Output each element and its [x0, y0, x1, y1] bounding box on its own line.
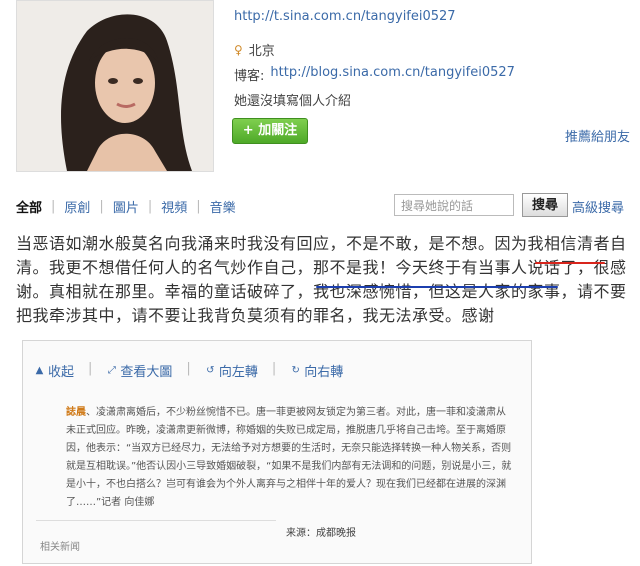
blog-row: 博客: http://blog.sina.com.cn/tangyifei052… [234, 65, 515, 84]
collapse-icon: ▲ [35, 365, 44, 376]
news-body: 、凌潇肃离婚后，不少粉丝惋惜不已。唐一菲更被网友锁定为第三者。对此，唐一菲和凌潇… [66, 407, 512, 508]
person-icon: ♀ [234, 42, 243, 57]
rotate-right-label: 向右轉 [304, 365, 344, 380]
blog-label: 博客: [234, 69, 265, 84]
follow-button[interactable]: + 加關注 [232, 118, 308, 144]
rotate-left-button[interactable]: ↺ 向左轉 [205, 361, 258, 380]
related-news-label: 相关新闻 [40, 542, 80, 553]
avatar[interactable] [16, 0, 214, 172]
tool-separator: | [88, 361, 93, 376]
intro-text: 她還沒填寫個人介紹 [234, 94, 352, 109]
rotate-right-icon: ↻ [291, 365, 300, 376]
zoom-icon: ⤢ [107, 365, 116, 376]
weibo-url-link[interactable]: http://t.sina.com.cn/tangyifei0527 [234, 9, 456, 24]
news-clipping: 誌晨、凌潇肃离婚后，不少粉丝惋惜不已。唐一菲更被网友锁定为第三者。对此，唐一菲和… [66, 404, 514, 512]
tab-images[interactable]: 圖片 [104, 197, 148, 216]
tab-music[interactable]: 音樂 [201, 197, 245, 216]
post-text: 当恶语如潮水般莫名向我涌来时我没有回应，不是不敢，是不想。因为我相信清者自清。我… [16, 234, 627, 325]
collapse-button[interactable]: ▲ 收起 [34, 361, 74, 380]
advanced-search-link[interactable]: 高級搜尋 [572, 197, 624, 216]
rotate-left-icon: ↺ [206, 365, 215, 376]
tab-all[interactable]: 全部 [16, 197, 51, 216]
plus-icon: + [242, 123, 254, 138]
blue-underline-annotation [316, 286, 558, 288]
avatar-photo [17, 1, 213, 171]
view-large-label: 查看大圖 [120, 365, 173, 380]
view-large-button[interactable]: ⤢ 查看大圖 [106, 361, 173, 380]
tab-videos[interactable]: 視頻 [152, 197, 196, 216]
rotate-right-button[interactable]: ↻ 向右轉 [290, 361, 344, 380]
blog-url-link[interactable]: http://blog.sina.com.cn/tangyifei0527 [270, 65, 515, 84]
rotate-left-label: 向左轉 [218, 365, 258, 380]
collapse-label: 收起 [48, 365, 75, 380]
location-row: ♀ 北京 [234, 40, 275, 60]
red-underline-annotation [535, 262, 605, 264]
post-filter-tabs: 全部 | 原創 | 圖片 | 視頻 | 音樂 [16, 196, 245, 216]
follow-label: 加關注 [258, 123, 298, 138]
tool-separator: | [186, 361, 191, 376]
search-button[interactable]: 搜尋 [522, 193, 568, 217]
tool-separator: | [271, 361, 277, 376]
location-text: 北京 [248, 44, 275, 59]
recommend-link[interactable]: 推薦給朋友 [565, 126, 630, 145]
news-source: 来源：成都晚报 [286, 528, 356, 539]
tab-original[interactable]: 原創 [55, 197, 99, 216]
image-toolbar: ▲ 收起 | ⤢ 查看大圖 | ↺ 向左轉 | ↻ 向右轉 [34, 361, 344, 380]
search-input[interactable]: 搜尋她說的話 [394, 194, 514, 216]
news-highlight: 誌晨 [66, 407, 86, 418]
